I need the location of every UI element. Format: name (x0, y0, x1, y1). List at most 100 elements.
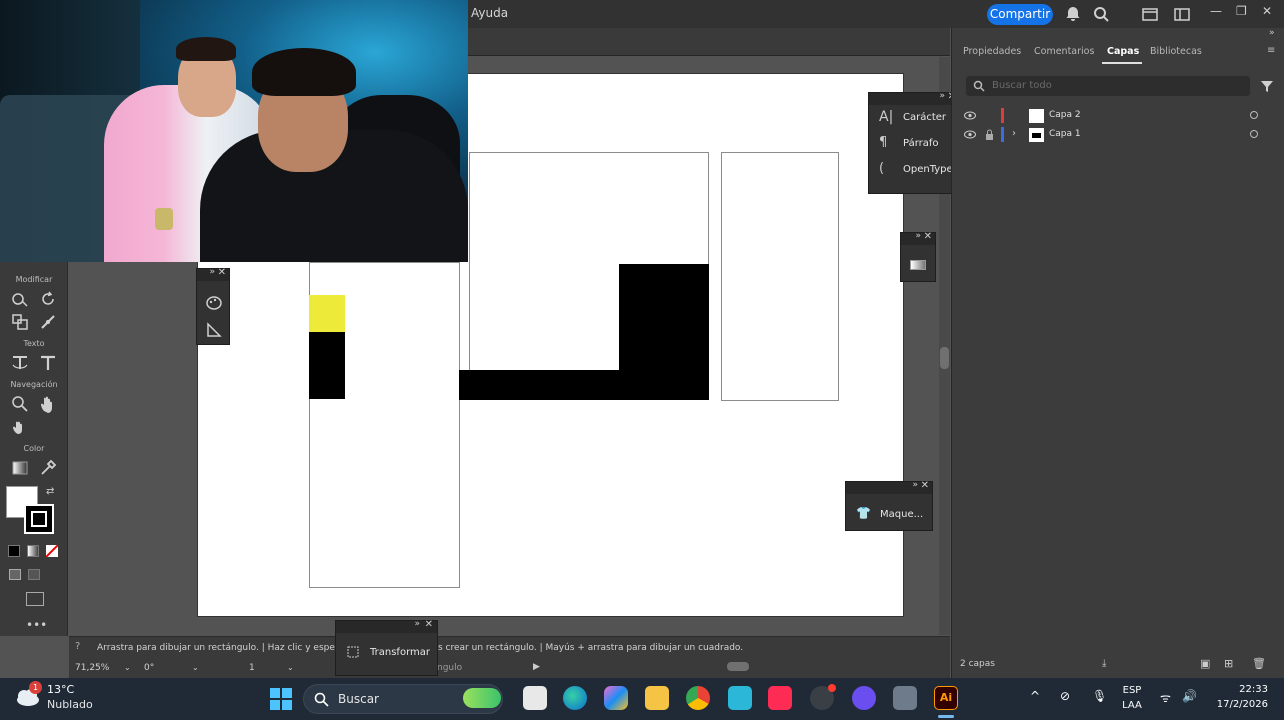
rotate-view-icon[interactable] (10, 417, 30, 437)
assistant-app-icon[interactable] (852, 686, 876, 710)
wifi-icon[interactable]: ᯤ (1160, 689, 1171, 706)
notepad-icon[interactable] (728, 686, 752, 710)
shape-icon[interactable] (205, 321, 223, 339)
play-icon[interactable]: ▶ (533, 662, 540, 672)
keyboard-layout[interactable]: LAA (1120, 700, 1144, 711)
shape-builder-icon[interactable] (10, 289, 30, 309)
hand-icon[interactable] (38, 394, 58, 414)
microphone-icon[interactable]: 🎙 (1092, 689, 1107, 703)
paragraph-panel-tab[interactable]: ¶ Párrafo (869, 131, 959, 157)
weather-temperature[interactable]: 13°C (47, 683, 74, 696)
none-mode-icon[interactable] (46, 545, 58, 557)
new-layer-icon[interactable]: ⊞ (1224, 657, 1233, 670)
panel-menu-icon[interactable]: ≡ (1267, 45, 1275, 56)
network-icon[interactable]: ⊘ (1060, 689, 1070, 703)
layer-target-icon[interactable] (1250, 130, 1258, 138)
restore-icon[interactable]: ❐ (1236, 4, 1247, 18)
rotate-icon[interactable] (38, 289, 58, 309)
swap-fill-stroke-icon[interactable]: ⇄ (46, 486, 54, 497)
layer-search-input[interactable]: Buscar todo (966, 76, 1250, 96)
opentype-panel-tab[interactable]: ( OpenType (869, 157, 959, 183)
black-square[interactable] (619, 264, 709, 400)
character-panel-tab[interactable]: A| Carácter (869, 105, 959, 131)
arrange-icon[interactable] (1173, 5, 1191, 23)
minimize-icon[interactable]: — (1210, 4, 1222, 18)
lock-icon[interactable] (985, 129, 994, 140)
collapse-panel-icon[interactable]: » (1269, 28, 1275, 38)
stroke-swatch[interactable] (24, 504, 54, 534)
tab-libraries[interactable]: Bibliotecas (1150, 46, 1202, 57)
weather-description[interactable]: Nublado (47, 698, 93, 711)
close-icon[interactable]: ✕ (924, 231, 932, 242)
workspace-icon[interactable] (1141, 5, 1159, 23)
help-icon[interactable]: ? (75, 641, 80, 652)
visibility-eye-icon[interactable] (964, 111, 976, 120)
file-explorer-icon[interactable] (645, 686, 669, 710)
visibility-eye-icon[interactable] (964, 130, 976, 139)
task-view-icon[interactable] (523, 686, 547, 710)
rectangle-outline-right[interactable] (721, 152, 839, 401)
chevron-down-icon[interactable]: ⌄ (124, 663, 131, 672)
gradient-mode-icon[interactable] (27, 545, 39, 557)
edge-icon[interactable] (563, 686, 587, 710)
clock-time[interactable]: 22:33 (1212, 684, 1268, 695)
mockup-panel-tab[interactable]: 👕 Maque... (846, 502, 932, 528)
transform-panel-tab[interactable]: Transformar (336, 641, 437, 667)
collect-export-icon[interactable]: ⤓ (1102, 658, 1106, 669)
calculator-icon[interactable] (893, 686, 917, 710)
tiktok-icon[interactable] (768, 686, 792, 710)
yellow-square[interactable] (309, 295, 345, 332)
clock-date[interactable]: 17/2/2026 (1208, 699, 1268, 710)
chevron-down-icon[interactable]: ⌄ (287, 663, 294, 672)
tab-properties[interactable]: Propiedades (963, 46, 1021, 57)
make-clipping-mask-icon[interactable]: ▣ (1200, 657, 1210, 670)
palette-icon[interactable] (205, 294, 223, 312)
type-on-path-icon[interactable] (10, 353, 30, 373)
carnival-widget-icon[interactable] (463, 688, 501, 708)
illustrator-icon[interactable]: Ai (934, 686, 958, 710)
eyedropper-icon[interactable] (38, 458, 58, 478)
tab-layers[interactable]: Capas (1107, 46, 1139, 57)
scale-icon[interactable] (10, 312, 30, 332)
more-tools-icon[interactable]: ••• (26, 618, 47, 632)
draw-mode-icon[interactable] (9, 569, 21, 580)
close-icon[interactable]: ✕ (1262, 4, 1272, 18)
zoom-icon[interactable] (10, 394, 30, 414)
chrome-icon[interactable] (686, 686, 710, 710)
copilot-icon[interactable] (604, 686, 628, 710)
tab-comments[interactable]: Comentarios (1034, 46, 1094, 57)
chevron-right-icon[interactable]: › (1012, 128, 1016, 139)
zoom-level[interactable]: 71,25% (75, 663, 109, 673)
menu-help[interactable]: Ayuda (471, 6, 508, 20)
share-button[interactable]: Compartir (987, 4, 1053, 25)
search-icon[interactable] (1092, 5, 1110, 23)
close-icon[interactable]: ✕ (425, 619, 433, 630)
black-rectangle-small[interactable] (309, 332, 345, 399)
horizontal-scrollbar[interactable] (549, 661, 929, 673)
width-tool-icon[interactable] (38, 312, 58, 332)
black-bar[interactable] (459, 370, 629, 400)
scroll-thumb[interactable] (940, 347, 949, 369)
layer-row[interactable]: Capa 2 (952, 106, 1284, 126)
chevron-down-icon[interactable]: ⌄ (192, 663, 199, 672)
screen-mode-icon[interactable] (26, 592, 44, 606)
chevron-up-icon[interactable]: ^ (1030, 689, 1040, 703)
gradient-icon[interactable] (910, 260, 926, 270)
color-mode-icon[interactable] (8, 545, 20, 557)
layer-target-icon[interactable] (1250, 111, 1258, 119)
filter-icon[interactable] (1260, 79, 1274, 93)
layer-row[interactable]: › Capa 1 (952, 125, 1284, 145)
delete-layer-icon[interactable]: 🗑 (1252, 657, 1266, 670)
artboard-number[interactable]: 1 (249, 663, 255, 673)
rotation-angle[interactable]: 0° (144, 663, 154, 673)
scroll-thumb[interactable] (727, 662, 749, 671)
gradient-icon[interactable] (10, 458, 30, 478)
draw-behind-icon[interactable] (28, 569, 40, 580)
type-tool-icon[interactable] (38, 353, 58, 373)
bell-icon[interactable] (1064, 5, 1082, 23)
close-icon[interactable]: ✕ (921, 480, 929, 491)
close-icon[interactable]: ✕ (218, 267, 226, 278)
volume-icon[interactable]: 🔊 (1182, 689, 1197, 703)
windows-start-icon[interactable] (269, 687, 293, 711)
language-indicator[interactable]: ESP (1120, 685, 1144, 696)
